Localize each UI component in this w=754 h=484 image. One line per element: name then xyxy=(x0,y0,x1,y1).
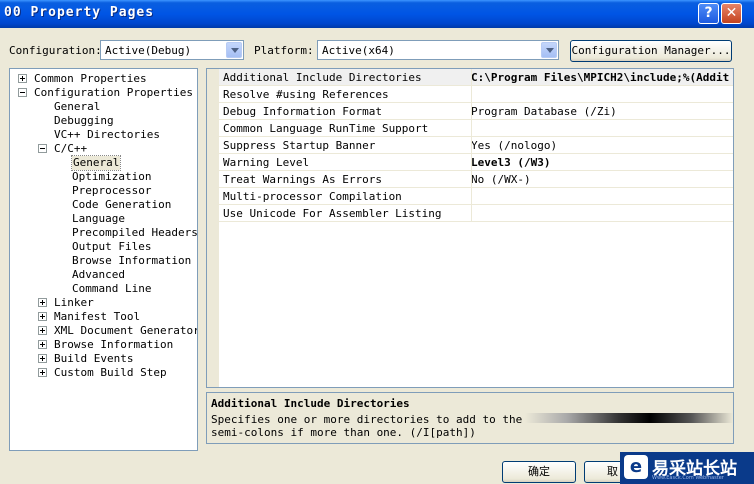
window-title: 00 Property Pages xyxy=(4,5,155,20)
property-row[interactable]: Suppress Startup Banner Yes (/nologo) xyxy=(219,137,733,154)
tree-item-label: Manifest Tool xyxy=(54,310,141,323)
image-smear xyxy=(525,413,733,423)
property-value[interactable]: No (/WX-) xyxy=(471,173,531,186)
tree-item-label: XML Document Generator xyxy=(54,324,198,337)
tree-item-label: Command Line xyxy=(72,282,152,295)
tree-item-label: VC++ Directories xyxy=(54,128,160,141)
property-row[interactable]: Additional Include Directories C:\Program… xyxy=(219,69,733,86)
property-name: Use Unicode For Assembler Listing xyxy=(223,207,442,220)
tree-item-label: Browse Information xyxy=(72,254,192,267)
property-row[interactable]: Debug Information Format Program Database… xyxy=(219,103,733,120)
title-bar[interactable]: 00 Property Pages ? ✕ xyxy=(0,0,754,28)
property-name: Warning Level xyxy=(223,156,310,169)
property-row[interactable]: Resolve #using References xyxy=(219,86,733,103)
property-value[interactable]: Yes (/nologo) xyxy=(471,139,557,152)
tree-item-label: General xyxy=(70,155,122,171)
property-row[interactable]: Treat Warnings As Errors No (/WX-) xyxy=(219,171,733,188)
tree-item-label: Preprocessor xyxy=(72,184,152,197)
description-text: Specifies one or more directories to add… xyxy=(211,413,555,439)
expand-plus-icon[interactable] xyxy=(38,354,47,363)
configuration-manager-button[interactable]: Configuration Manager... xyxy=(570,40,732,62)
property-grid[interactable]: Additional Include Directories C:\Program… xyxy=(206,68,734,388)
platform-dropdown[interactable]: Active(x64) xyxy=(317,40,559,60)
property-name: Common Language RunTime Support xyxy=(223,122,429,135)
property-name: Multi-processor Compilation xyxy=(223,190,402,203)
close-button[interactable]: ✕ xyxy=(721,3,742,24)
tree-item-label: Code Generation xyxy=(72,198,172,211)
property-value[interactable]: Program Database (/Zi) xyxy=(471,105,617,118)
configuration-dropdown[interactable]: Active(Debug) xyxy=(100,40,244,60)
property-value[interactable]: C:\Program Files\MPICH2\include;%(Addit xyxy=(471,71,729,84)
tree-item-label: Advanced xyxy=(72,268,125,281)
tree-item-label: Precompiled Headers xyxy=(72,226,198,239)
watermark-subtext: Www.Easck.Com Webmaster xyxy=(652,475,724,481)
property-row[interactable]: Common Language RunTime Support xyxy=(219,120,733,137)
description-line-2: semi-colons if more than one. (/I[path]) xyxy=(211,426,476,439)
expand-plus-icon[interactable] xyxy=(18,74,27,83)
configuration-value: Active(Debug) xyxy=(105,44,192,57)
tree-item-label: General xyxy=(54,100,101,113)
platform-label: Platform: xyxy=(254,44,314,57)
expand-plus-icon[interactable] xyxy=(38,298,47,307)
configuration-label: Configuration: xyxy=(9,44,102,57)
expand-plus-icon[interactable] xyxy=(38,312,47,321)
tree-item-label: Build Events xyxy=(54,352,134,365)
chevron-down-icon[interactable] xyxy=(226,42,242,58)
property-row[interactable]: Multi-processor Compilation xyxy=(219,188,733,205)
property-name: Treat Warnings As Errors xyxy=(223,173,382,186)
property-name: Resolve #using References xyxy=(223,88,389,101)
property-name: Additional Include Directories xyxy=(223,71,422,84)
help-button[interactable]: ? xyxy=(698,3,719,24)
collapse-minus-icon[interactable] xyxy=(38,144,47,153)
tree-item-label: Linker xyxy=(54,296,94,309)
watermark: e 易采站长站 Www.Easck.Com Webmaster xyxy=(620,452,754,484)
tree-item-label: Optimization xyxy=(72,170,152,183)
property-value[interactable]: Level3 (/W3) xyxy=(471,156,550,169)
tree-item-label: Language xyxy=(72,212,125,225)
platform-value: Active(x64) xyxy=(322,44,395,57)
property-name: Debug Information Format xyxy=(223,105,382,118)
tree-item-label: Configuration Properties xyxy=(34,86,193,99)
chevron-down-icon[interactable] xyxy=(541,42,557,58)
property-tree[interactable]: Common Properties Configuration Propertie… xyxy=(9,68,198,451)
tree-item-label: Output Files xyxy=(72,240,152,253)
tree-item-label: C/C++ xyxy=(54,142,88,155)
description-line-1: Specifies one or more directories to add… xyxy=(211,413,556,426)
description-panel: Additional Include Directories Specifies… xyxy=(206,392,734,444)
column-divider[interactable] xyxy=(471,69,472,222)
ok-button[interactable]: 确定 xyxy=(502,461,576,483)
tree-item-label: Browse Information xyxy=(54,338,174,351)
watermark-logo-icon: e xyxy=(624,455,648,479)
expand-plus-icon[interactable] xyxy=(38,340,47,349)
expand-plus-icon[interactable] xyxy=(38,326,47,335)
expand-plus-icon[interactable] xyxy=(38,368,47,377)
tree-item-label: Debugging xyxy=(54,114,114,127)
description-title: Additional Include Directories xyxy=(211,397,410,410)
collapse-minus-icon[interactable] xyxy=(18,88,27,97)
tree-item-label: Common Properties xyxy=(34,72,147,85)
property-row[interactable]: Use Unicode For Assembler Listing xyxy=(219,205,733,222)
property-row[interactable]: Warning Level Level3 (/W3) xyxy=(219,154,733,171)
grid-margin xyxy=(207,69,219,387)
tree-item-label: Custom Build Step xyxy=(54,366,167,379)
property-name: Suppress Startup Banner xyxy=(223,139,376,152)
